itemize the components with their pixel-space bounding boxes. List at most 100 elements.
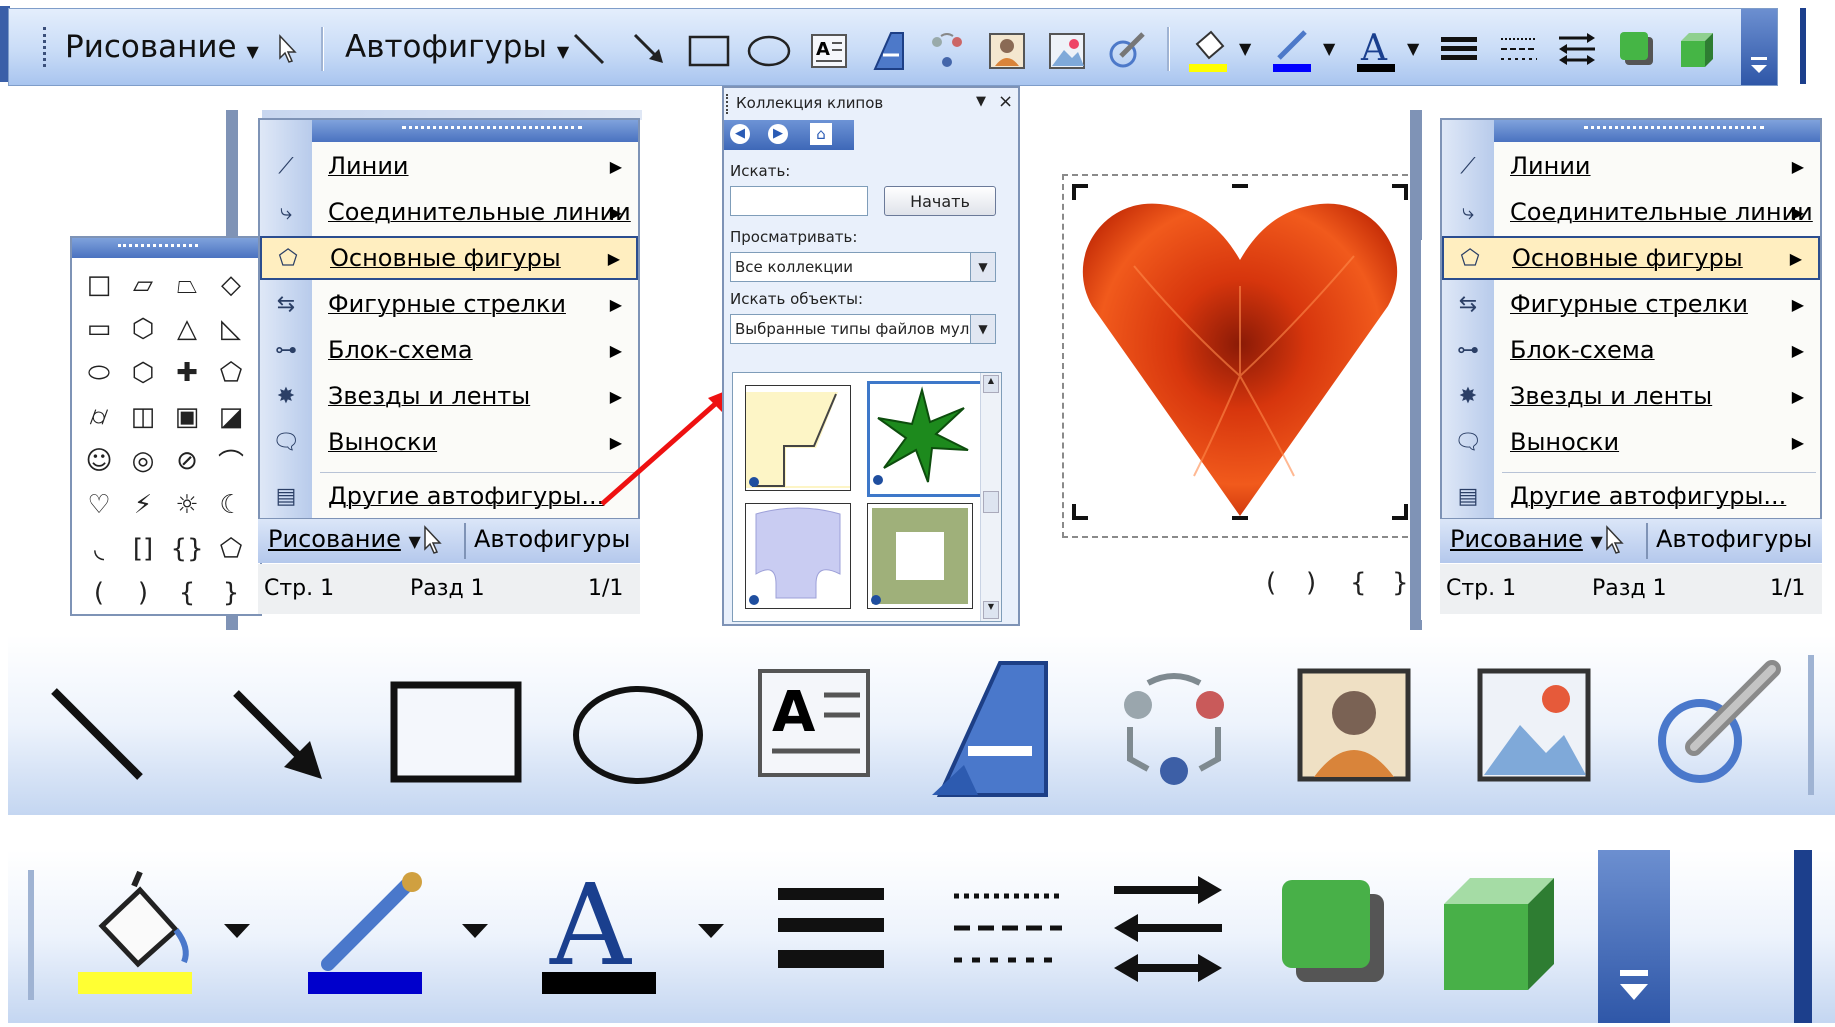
browse-select[interactable]: Все коллекции ▼ (730, 252, 996, 282)
shape-button[interactable]: { (168, 574, 206, 612)
font-color-dropdown[interactable]: ▼ (1407, 39, 1419, 58)
shape-button[interactable]: ⬠ (212, 354, 250, 392)
shape-button[interactable]: ⌭ (80, 398, 118, 436)
fill-color-dropdown[interactable] (222, 920, 252, 940)
arrow-style-icon[interactable] (1555, 27, 1599, 71)
oval-icon[interactable] (745, 29, 793, 73)
line-icon[interactable] (567, 27, 611, 71)
menu-title-bar[interactable] (1494, 120, 1820, 142)
shape-button[interactable]: ♡ (80, 486, 118, 524)
autoshapes-menu-right-item-2[interactable]: ⬠ Основные фигуры ▶ (1442, 236, 1820, 280)
forward-icon[interactable]: ▶ (768, 124, 788, 144)
line-color-icon[interactable] (304, 868, 434, 998)
shape-button[interactable]: ✚ (168, 354, 206, 392)
scroll-down-icon[interactable]: ▼ (983, 601, 999, 619)
toolbar-options-icon[interactable] (1741, 9, 1777, 85)
clipart-icon[interactable] (985, 29, 1029, 73)
shape-button[interactable]: ⬡ (124, 354, 162, 392)
autoshapes-menu-item-3[interactable]: ⇆ Фигурные стрелки ▶ (260, 282, 638, 326)
wordart-icon[interactable] (867, 27, 911, 73)
clipart-icon[interactable] (1294, 665, 1414, 785)
autoshapes-menu-item-6[interactable]: 🗨 Выноски ▶ (260, 420, 638, 464)
shape-button[interactable]: ◇ (212, 266, 250, 304)
autoshapes-menu-item-2[interactable]: ⬠ Основные фигуры ▶ (260, 236, 638, 280)
line-color-dropdown[interactable] (460, 920, 490, 940)
clip-thumbnail[interactable] (745, 385, 851, 491)
ink-icon[interactable] (1648, 655, 1788, 795)
line-style-icon[interactable] (772, 880, 892, 980)
line-color-dropdown[interactable]: ▼ (1323, 39, 1335, 58)
shape-button[interactable]: ▣ (168, 398, 206, 436)
bottom-drawing-button[interactable]: Рисование ▼ (1450, 525, 1603, 553)
dash-style-icon[interactable] (948, 880, 1068, 980)
toolbar-grip[interactable] (43, 27, 50, 67)
arrow-icon[interactable] (228, 685, 328, 785)
shape-button[interactable]: ⊘ (168, 442, 206, 480)
line-style-icon[interactable] (1437, 27, 1481, 71)
picture-icon[interactable] (1474, 665, 1594, 785)
clip-thumbnail[interactable] (867, 381, 983, 497)
shape-button[interactable]: ☼ (168, 486, 206, 524)
select-pointer-icon[interactable] (1604, 525, 1628, 555)
arrow-style-icon[interactable] (1108, 870, 1228, 990)
font-color-icon[interactable]: A (538, 868, 668, 998)
palette-title-bar[interactable] (72, 238, 260, 258)
select-pointer-icon[interactable] (271, 29, 305, 69)
shape-button[interactable]: ⏢ (168, 266, 206, 304)
autoshapes-menu-item-5[interactable]: ✸ Звезды и ленты ▶ (260, 374, 638, 418)
shape-button[interactable]: {} (168, 530, 206, 568)
panel-grip[interactable] (726, 94, 731, 114)
font-color-dropdown[interactable] (696, 920, 726, 940)
autoshapes-menu-right-item-3[interactable]: ⇆ Фигурные стрелки ▶ (1442, 282, 1820, 326)
autoshapes-menu-right-item-7[interactable]: ▤ Другие автофигуры... (1442, 474, 1820, 518)
clip-thumbnail[interactable] (867, 503, 973, 609)
fill-color-dropdown[interactable]: ▼ (1239, 39, 1251, 58)
autoshapes-menu-right-item-4[interactable]: ⊶ Блок-схема ▶ (1442, 328, 1820, 372)
select-pointer-icon[interactable] (422, 525, 446, 555)
diagram-icon[interactable] (1108, 665, 1238, 795)
shape-button[interactable]: ◺ (212, 310, 250, 348)
picture-icon[interactable] (1045, 29, 1089, 73)
shadow-icon[interactable] (1274, 872, 1394, 992)
search-input[interactable] (730, 186, 868, 216)
oval-icon[interactable] (568, 675, 708, 795)
objects-select[interactable]: Выбранные типы файлов муль ▼ (730, 314, 996, 344)
chevron-down-icon[interactable]: ▼ (970, 315, 995, 343)
shape-button[interactable]: ◫ (124, 398, 162, 436)
chevron-down-icon[interactable]: ▼ (970, 253, 995, 281)
autoshapes-menu-item-7[interactable]: ▤ Другие автофигуры... (260, 474, 638, 518)
shadow-icon[interactable] (1615, 27, 1659, 71)
panel-menu-icon[interactable]: ▼ (976, 94, 986, 109)
selected-picture[interactable] (1062, 174, 1418, 538)
ink-icon[interactable] (1105, 27, 1149, 73)
3d-icon[interactable] (1434, 868, 1564, 998)
shape-button[interactable]: ⌒ (212, 442, 250, 480)
shape-button[interactable]: ▭ (80, 310, 118, 348)
autoshapes-menu-button[interactable]: Автофигуры ▼ (345, 27, 569, 72)
shape-button[interactable]: ⚡ (124, 486, 162, 524)
line-icon[interactable] (48, 685, 148, 785)
shape-button[interactable]: ☺ (80, 442, 118, 480)
shape-button[interactable]: ⬡ (124, 310, 162, 348)
shape-button[interactable]: ▱ (124, 266, 162, 304)
shape-button[interactable]: ◪ (212, 398, 250, 436)
autoshapes-menu-right-item-6[interactable]: 🗨 Выноски ▶ (1442, 420, 1820, 464)
wordart-icon[interactable] (928, 655, 1068, 805)
text-box-icon[interactable]: A (754, 665, 874, 785)
scroll-up-icon[interactable]: ▲ (983, 375, 999, 393)
menu-title-bar[interactable] (312, 120, 638, 142)
rectangle-icon[interactable] (388, 675, 528, 795)
scroll-thumb[interactable] (983, 491, 999, 513)
fill-color-icon[interactable] (74, 868, 204, 998)
toolbar-options-icon[interactable] (1598, 850, 1670, 1023)
3d-icon[interactable] (1675, 27, 1719, 71)
bottom-drawing-button[interactable]: Рисование ▼ (268, 525, 421, 553)
autoshapes-menu-item-0[interactable]: ⟋ Линии ▶ (260, 144, 638, 188)
shape-button[interactable]: ⬭ (80, 354, 118, 392)
clip-thumbnail[interactable] (745, 503, 851, 609)
close-icon[interactable]: × (998, 91, 1013, 112)
diagram-icon[interactable] (925, 27, 969, 73)
shape-button[interactable]: △ (168, 310, 206, 348)
font-color-icon[interactable]: A (1353, 25, 1399, 75)
home-icon[interactable]: ⌂ (810, 123, 832, 145)
